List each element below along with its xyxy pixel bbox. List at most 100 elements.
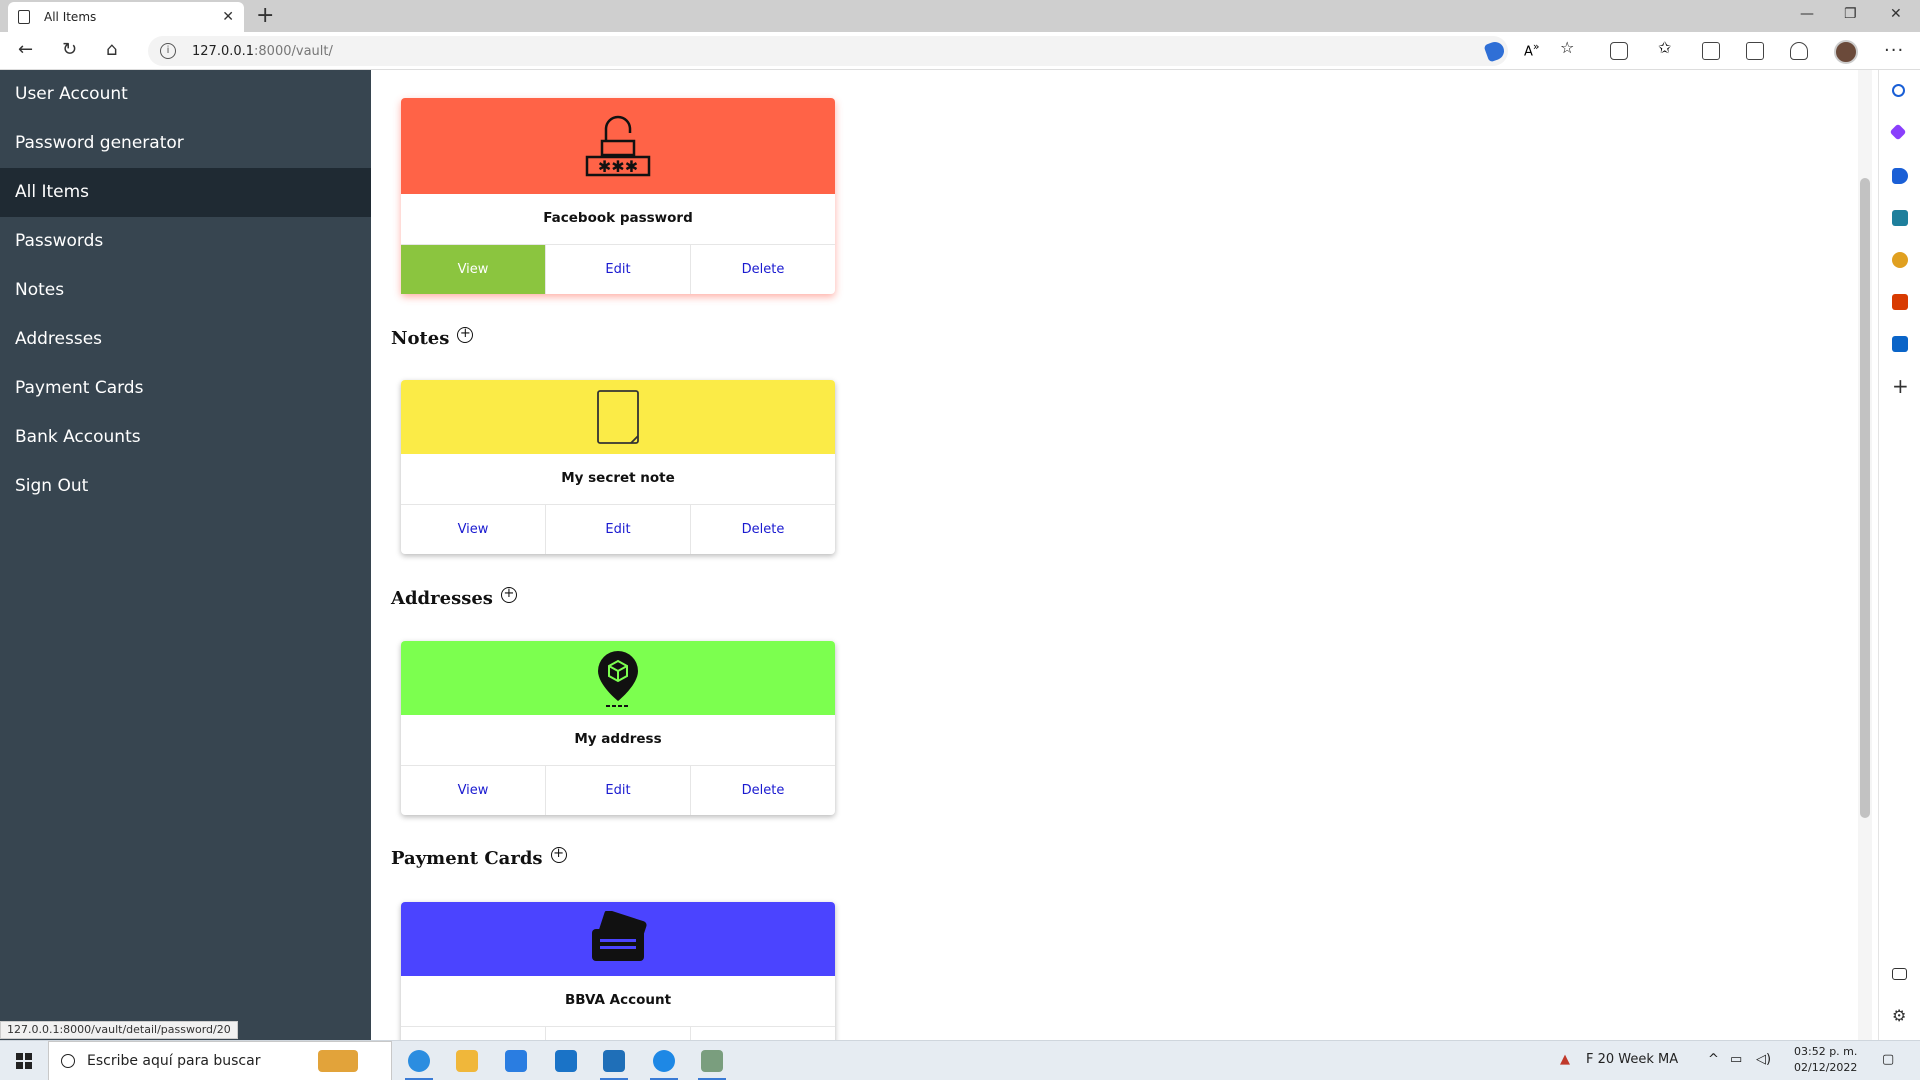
delete-button[interactable]: Delete — [691, 245, 835, 294]
delete-button[interactable]: Delete — [691, 505, 835, 554]
scrollbar-thumb[interactable] — [1860, 178, 1870, 818]
profile-avatar[interactable] — [1834, 40, 1858, 64]
password-card: ✱✱✱ Facebook password View Edit Delete — [401, 98, 835, 294]
collections-icon[interactable] — [1702, 42, 1720, 60]
main-content: ✱✱✱ Facebook password View Edit Delete N… — [371, 70, 1858, 1040]
more-menu-icon[interactable]: ··· — [1884, 40, 1904, 61]
card-header — [401, 641, 835, 715]
close-tab-icon[interactable]: ✕ — [222, 9, 234, 25]
notifications-icon[interactable]: ▢ — [1882, 1052, 1894, 1067]
card-actions: View Edit Delete — [401, 244, 835, 294]
delete-button[interactable]: Delete — [691, 1027, 835, 1040]
page-scrollbar[interactable] — [1858, 70, 1872, 1040]
card-title: My address — [574, 731, 662, 747]
sidebar-item-sign-out[interactable]: Sign Out — [0, 462, 371, 511]
shopping-icon[interactable] — [1892, 168, 1908, 184]
sparkle-icon[interactable] — [1889, 123, 1907, 141]
view-button[interactable]: View — [401, 766, 546, 815]
web-capture-icon[interactable] — [1746, 42, 1764, 60]
games-icon[interactable] — [1892, 252, 1908, 268]
add-address-icon[interactable]: + — [500, 586, 517, 603]
url-text: 127.0.0.1:8000/vault/ — [192, 43, 333, 59]
sidebar-item-all-items[interactable]: All Items — [0, 168, 371, 217]
new-tab-button[interactable]: + — [256, 4, 274, 28]
sidebar-item-password-generator[interactable]: Password generator — [0, 119, 371, 168]
sidebar-item-user-account[interactable]: User Account — [0, 70, 371, 119]
search-highlight-icon[interactable] — [318, 1050, 358, 1072]
sidebar-item-payment-cards[interactable]: Payment Cards — [0, 364, 371, 413]
card-title: Facebook password — [543, 210, 693, 226]
card-title: My secret note — [561, 470, 675, 486]
settings-gear-icon[interactable]: ⚙ — [1892, 1006, 1906, 1025]
credit-card-icon — [592, 911, 647, 961]
back-button[interactable]: ← — [18, 40, 33, 60]
office-icon[interactable] — [1892, 294, 1908, 310]
payment-cards-heading: Payment Cards + — [391, 846, 567, 869]
home-button[interactable]: ⌂ — [106, 40, 117, 60]
minimize-button[interactable]: — — [1800, 6, 1814, 22]
firefox-icon[interactable] — [650, 1050, 678, 1080]
read-aloud-icon[interactable]: A» — [1524, 40, 1542, 59]
mail-icon[interactable] — [555, 1050, 577, 1072]
favorites-icon[interactable]: ✩ — [1658, 38, 1676, 57]
windows-taskbar: Escribe aquí para buscar ▲ F 20 Week MA … — [0, 1040, 1920, 1080]
card-actions: View Edit Delete — [401, 504, 835, 554]
note-card: My secret note View Edit Delete — [401, 380, 835, 554]
tray-chevron-icon[interactable]: ^ — [1708, 1052, 1719, 1067]
outlook-icon[interactable] — [1892, 336, 1908, 352]
volume-icon[interactable]: ◁) — [1756, 1052, 1771, 1067]
svg-text:✱✱✱: ✱✱✱ — [598, 157, 638, 176]
search-icon[interactable] — [1892, 84, 1905, 97]
weather-text[interactable]: F 20 Week MA — [1586, 1052, 1678, 1067]
paint-icon[interactable] — [698, 1050, 726, 1080]
browser-tab[interactable]: All Items ✕ — [8, 2, 244, 32]
sidebar-item-passwords[interactable]: Passwords — [0, 217, 371, 266]
tools-icon[interactable] — [1892, 210, 1908, 226]
windows-start-icon[interactable] — [16, 1053, 32, 1069]
edge-browser-icon[interactable] — [405, 1050, 433, 1080]
add-payment-card-icon[interactable]: + — [550, 846, 567, 863]
card-actions: View Edit Delete — [401, 765, 835, 815]
sidebar-layout-icon[interactable] — [1892, 968, 1907, 980]
sidebar-item-addresses[interactable]: Addresses — [0, 315, 371, 364]
edit-button[interactable]: Edit — [546, 505, 691, 554]
network-icon[interactable]: ▭ — [1730, 1052, 1742, 1067]
edit-button[interactable]: Edit — [546, 1027, 691, 1040]
search-placeholder: Escribe aquí para buscar — [87, 1053, 261, 1069]
edit-button[interactable]: Edit — [546, 766, 691, 815]
status-bar-url: 127.0.0.1:8000/vault/detail/password/20 — [0, 1021, 238, 1039]
address-bar[interactable]: i 127.0.0.1:8000/vault/ — [148, 36, 1508, 66]
addresses-heading: Addresses + — [391, 586, 517, 609]
delete-button[interactable]: Delete — [691, 766, 835, 815]
extensions-icon[interactable] — [1610, 42, 1628, 60]
refresh-button[interactable]: ↻ — [62, 40, 77, 60]
close-window-button[interactable]: ✕ — [1890, 6, 1902, 22]
location-pin-icon — [598, 651, 638, 707]
card-header: ✱✱✱ — [401, 98, 835, 194]
padlock-password-icon: ✱✱✱ — [585, 115, 651, 177]
weather-icon[interactable]: ▲ — [1560, 1052, 1570, 1067]
clock[interactable]: 03:52 p. m. 02/12/2022 — [1794, 1044, 1857, 1076]
view-button[interactable]: View — [401, 245, 546, 294]
view-button[interactable]: View — [401, 505, 546, 554]
site-info-icon[interactable]: i — [160, 43, 176, 59]
clock-time: 03:52 p. m. — [1794, 1045, 1858, 1058]
browser-tab-strip: All Items ✕ + — ❐ ✕ — [0, 0, 1920, 32]
store-icon[interactable] — [505, 1050, 527, 1072]
sidebar-item-notes[interactable]: Notes — [0, 266, 371, 315]
edge-sidebar: + ⚙ — [1878, 70, 1920, 1040]
restore-button[interactable]: ❐ — [1844, 6, 1857, 22]
app-sidebar: User Account Password generator All Item… — [0, 70, 371, 1040]
search-icon — [61, 1054, 75, 1068]
card-header — [401, 380, 835, 454]
view-button[interactable]: View — [401, 1027, 546, 1040]
add-note-icon[interactable]: + — [457, 326, 474, 343]
add-icon[interactable]: + — [1892, 374, 1909, 398]
vscode-icon[interactable] — [600, 1050, 628, 1080]
favorite-star-icon[interactable]: ☆ — [1560, 38, 1578, 57]
file-explorer-icon[interactable] — [456, 1050, 478, 1072]
edit-button[interactable]: Edit — [546, 245, 691, 294]
browser-essentials-icon[interactable] — [1790, 42, 1808, 60]
sidebar-item-bank-accounts[interactable]: Bank Accounts — [0, 413, 371, 462]
section-title: Addresses — [391, 588, 493, 609]
